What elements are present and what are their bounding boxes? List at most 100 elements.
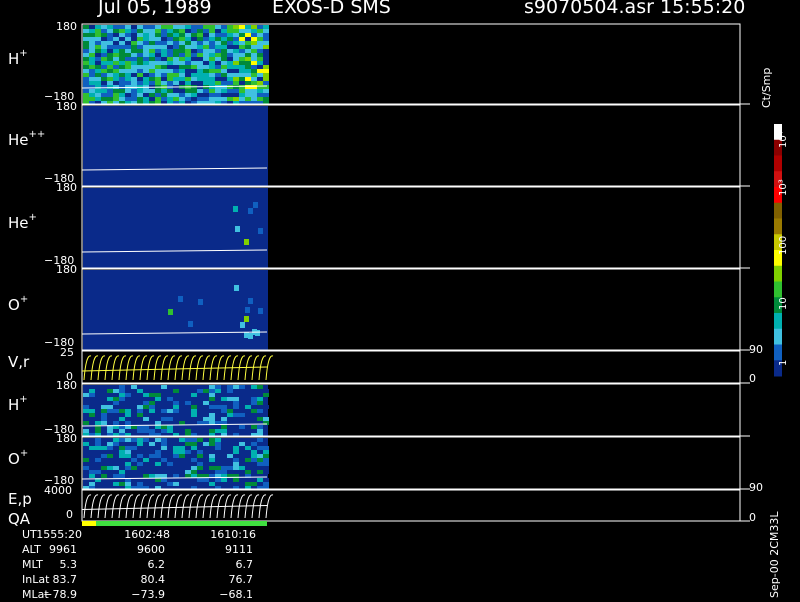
- spectrogram-cell: [263, 73, 269, 77]
- spectrogram-cell: [161, 53, 167, 57]
- spectrogram-cell: [239, 478, 245, 482]
- spectrogram-cell: [239, 65, 245, 69]
- spectrogram-cell: [203, 393, 209, 397]
- spectrogram-cell: [155, 89, 161, 93]
- spectrogram-cell: [185, 77, 191, 81]
- spectrogram-cell: [137, 57, 143, 61]
- spectrogram-cell: [203, 81, 209, 85]
- spectrogram-cell: [113, 93, 119, 97]
- spectrogram-cell: [125, 73, 131, 77]
- colorbar-tick: 1: [778, 359, 789, 366]
- spectrogram-cell: [131, 466, 137, 470]
- spectrogram-cell: [203, 97, 209, 101]
- spectrogram-cell: [113, 438, 119, 442]
- spectrogram-cell: [149, 57, 155, 61]
- spectrogram-cell: [239, 73, 245, 77]
- spectrogram-cell: [101, 25, 107, 29]
- spectrogram-cell: [197, 65, 203, 69]
- spectrogram-cell: [185, 470, 191, 474]
- spectrogram-cell: [185, 25, 191, 29]
- spectrogram-cell: [113, 41, 119, 45]
- spectrogram-cell: [131, 69, 137, 73]
- spectrogram-cell: [119, 401, 125, 405]
- spectrogram-cell: [239, 29, 245, 33]
- spectrogram-cell: [197, 450, 203, 454]
- spectrogram-cell: [143, 405, 149, 409]
- spectrogram-cell: [131, 77, 137, 81]
- spectrogram-cell: [203, 413, 209, 417]
- spectrogram-cell: [101, 85, 107, 89]
- spectrogram-cell: [209, 417, 215, 421]
- spectrogram-cell: [191, 41, 197, 45]
- spectrogram-cell: [179, 454, 185, 458]
- spectrogram-cell: [227, 77, 233, 81]
- spectrogram-cell: [137, 53, 143, 57]
- spectrogram-cell: [101, 89, 107, 93]
- spectrogram-cell: [95, 29, 101, 33]
- colorbar-swatch: [774, 313, 782, 330]
- spectrogram-cell: [143, 49, 149, 53]
- spectrogram-cell: [215, 81, 221, 85]
- spectrogram-cell: [245, 77, 251, 81]
- spectrogram-cell: [155, 77, 161, 81]
- spectrogram-cell: [245, 37, 251, 41]
- spectrogram-cell: [83, 61, 89, 65]
- spectrogram-cell: [233, 405, 239, 409]
- spectrogram-cell: [191, 397, 197, 401]
- right-tick-top: 90: [749, 343, 763, 356]
- spectrogram-cell: [89, 61, 95, 65]
- spectrogram-cell: [155, 97, 161, 101]
- spectrogram-cell: [167, 37, 173, 41]
- spectrogram-cell: [263, 57, 269, 61]
- spectrogram-cell: [197, 73, 203, 77]
- spectrogram-cell: [137, 429, 143, 433]
- spectrogram-cell: [251, 450, 257, 454]
- spectrogram-cell: [263, 77, 269, 81]
- spectrogram-cell: [227, 397, 233, 401]
- spectrogram-cell: [113, 409, 119, 413]
- ephemeris-value: 6.7: [235, 558, 254, 571]
- spectrogram-cell: [143, 53, 149, 57]
- spectrogram-cell: [245, 97, 251, 101]
- spectrogram-cell: [257, 29, 263, 33]
- spectrogram-cell: [113, 474, 119, 478]
- spectrogram-cell: [257, 77, 263, 81]
- spectrogram-cell: [131, 65, 137, 69]
- spectrogram-cell: [257, 401, 263, 405]
- spectrogram-cell: [179, 25, 185, 29]
- spectrogram-cell: [209, 413, 215, 417]
- spectrogram-cell: [263, 450, 269, 454]
- spectrogram-cell: [95, 37, 101, 41]
- spectrogram-cell: [263, 482, 269, 486]
- spectrogram-cell: [131, 61, 137, 65]
- spectrogram-cell: [191, 438, 197, 442]
- spectrogram-cell: [221, 393, 227, 397]
- spectrogram-cell: [257, 45, 263, 49]
- spectrogram-cell: [263, 69, 269, 73]
- spectrogram-cell: [245, 405, 251, 409]
- spectrogram-cell: [257, 93, 263, 97]
- spectrogram-cell: [89, 25, 95, 29]
- spectrogram-cell: [209, 49, 215, 53]
- spectrogram-cell: [131, 73, 137, 77]
- spectrogram-cell: [155, 29, 161, 33]
- spectrogram-cell: [119, 29, 125, 33]
- spectrogram-cell: [113, 57, 119, 61]
- spectrogram-cell: [203, 29, 209, 33]
- spectrogram-cell: [95, 470, 101, 474]
- spectrogram-cell: [191, 466, 197, 470]
- spectrogram-cell: [191, 73, 197, 77]
- spectrogram-cell: [83, 450, 89, 454]
- spectrogram-cell: [149, 45, 155, 49]
- spectrogram-cell: [107, 29, 113, 33]
- spectrogram-cell: [209, 61, 215, 65]
- spectrogram-cell: [173, 29, 179, 33]
- spectrogram-cell: [107, 470, 113, 474]
- spectrogram-cell: [119, 61, 125, 65]
- spectrogram-cell: [173, 73, 179, 77]
- spectrogram-cell: [89, 89, 95, 93]
- spectrogram-cell: [197, 466, 203, 470]
- spectrogram-cell: [149, 29, 155, 33]
- spectrogram-cell: [227, 65, 233, 69]
- spectrogram-cell: [101, 397, 107, 401]
